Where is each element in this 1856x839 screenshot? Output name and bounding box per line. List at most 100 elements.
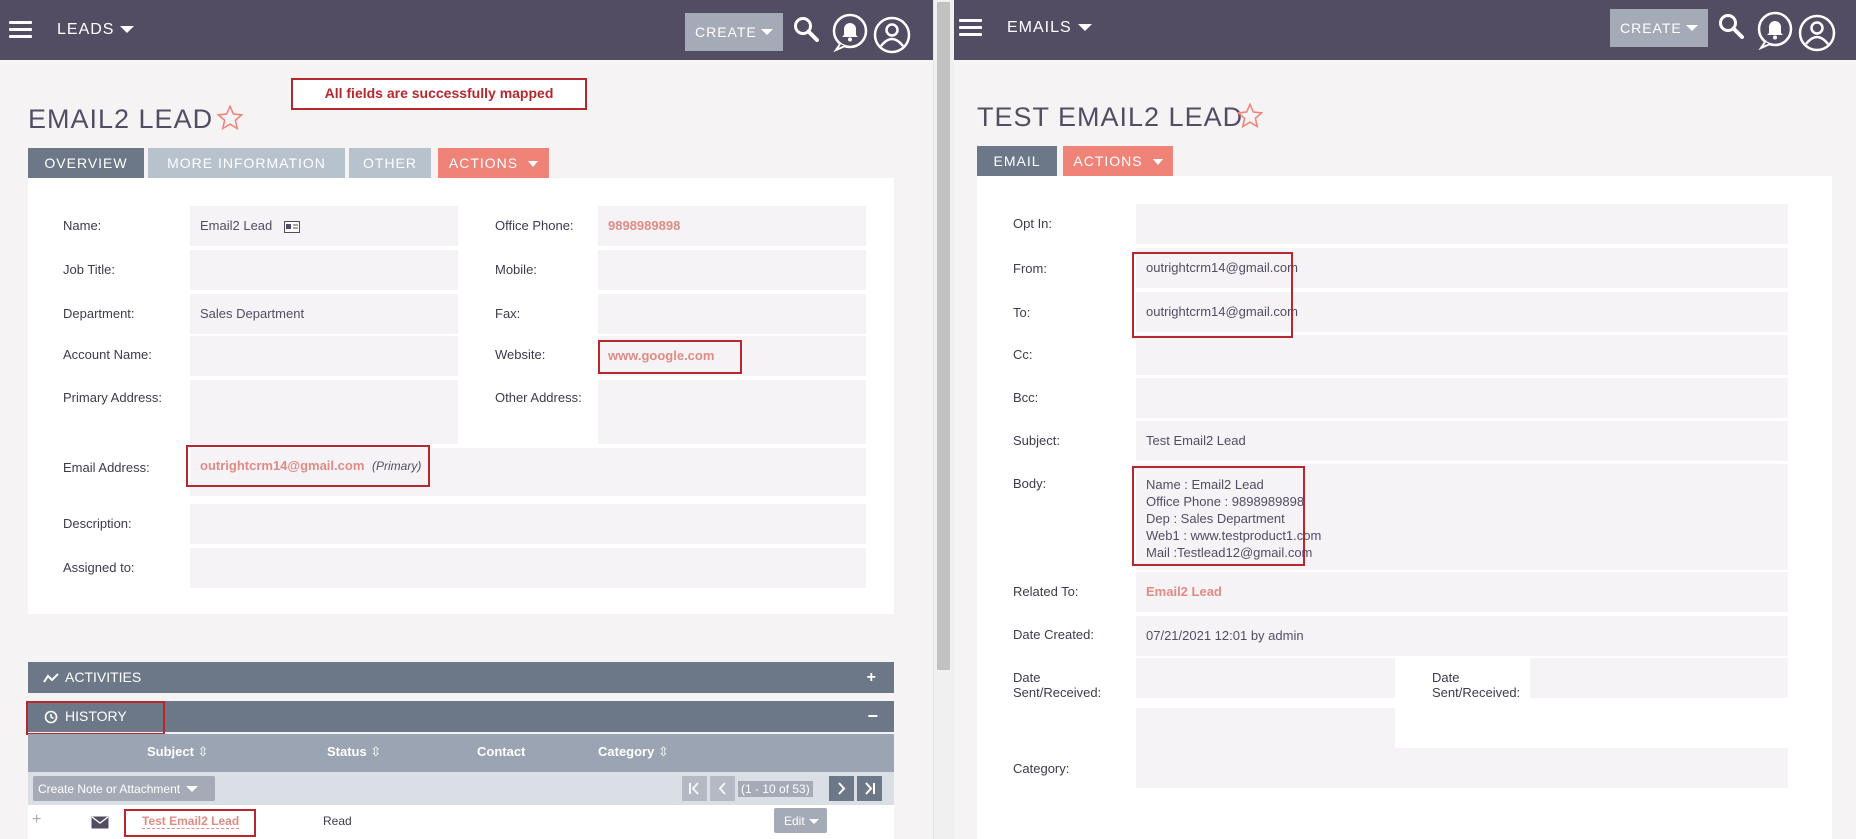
field-subject[interactable]: Test Email2 Lead: [1136, 421, 1788, 461]
history-status: Read: [323, 814, 352, 828]
activities-subpanel-header[interactable]: ACTIVITIES +: [28, 662, 894, 693]
label-date-sent-received-2: Date Sent/Received:: [1432, 670, 1520, 700]
star-icon[interactable]: [1236, 102, 1264, 130]
highlight-body: [1132, 466, 1305, 566]
label-bcc: Bcc:: [1013, 390, 1039, 405]
sort-icon[interactable]: ⇳: [658, 744, 669, 759]
field-other-address[interactable]: [598, 380, 866, 444]
label-body: Body:: [1013, 476, 1047, 491]
vcard-icon[interactable]: [283, 220, 300, 233]
module-label: EMAILS: [1007, 19, 1072, 36]
history-table-header: Subject ⇳ Status ⇳ Contact Category ⇳: [28, 734, 894, 772]
sort-icon[interactable]: ⇳: [370, 744, 381, 759]
chevron-down-icon: [761, 29, 773, 35]
field-category[interactable]: [1136, 748, 1788, 788]
field-office-phone[interactable]: 9898989898: [598, 206, 866, 246]
field-fax[interactable]: [598, 294, 866, 334]
collapse-icon[interactable]: −: [867, 701, 878, 732]
create-button[interactable]: CREATE: [685, 13, 783, 51]
chevron-down-icon: [120, 26, 135, 34]
column-status[interactable]: Status ⇳: [327, 744, 381, 760]
actions-label: ACTIONS: [448, 155, 519, 171]
scrollbar-thumb[interactable]: [937, 2, 950, 670]
column-category[interactable]: Category ⇳: [598, 744, 669, 760]
prev-page-button[interactable]: [710, 776, 735, 801]
office-phone-link[interactable]: 9898989898: [608, 218, 680, 233]
user-icon[interactable]: [1798, 14, 1836, 52]
related-to-link[interactable]: Email2 Lead: [1146, 584, 1222, 599]
last-page-icon: [865, 782, 875, 795]
star-icon[interactable]: [216, 104, 244, 132]
actions-label: ACTIONS: [1073, 153, 1143, 169]
chevron-right-icon: [838, 782, 846, 795]
chevron-down-icon: [186, 786, 199, 793]
tab-other[interactable]: OTHER: [349, 148, 431, 178]
name-value: Email2 Lead: [200, 218, 273, 233]
field-date-sent-received-1[interactable]: [1136, 658, 1395, 698]
pagination-count: (1 - 10 of 53): [738, 781, 813, 797]
tab-overview[interactable]: OVERVIEW: [28, 148, 144, 178]
expand-row-icon[interactable]: +: [32, 811, 41, 829]
module-menu[interactable]: EMAILS: [1007, 0, 1092, 58]
create-button[interactable]: CREATE: [1610, 9, 1708, 47]
field-date-created[interactable]: 07/21/2021 12:01 by admin: [1136, 616, 1788, 656]
date-sent-line1: Date: [1432, 670, 1460, 685]
tab-actions[interactable]: ACTIONS: [438, 148, 549, 178]
field-mobile[interactable]: [598, 250, 866, 290]
field-account-name[interactable]: [190, 336, 458, 376]
field-name[interactable]: Email2 Lead: [190, 206, 458, 246]
label-description: Description:: [63, 516, 132, 531]
last-page-button[interactable]: [857, 776, 882, 801]
tab-more-information[interactable]: MORE INFORMATION: [148, 148, 345, 178]
bell-icon[interactable]: [831, 12, 869, 52]
field-cc[interactable]: [1136, 335, 1788, 375]
label-cc: Cc:: [1013, 347, 1033, 362]
edit-button[interactable]: Edit: [774, 808, 827, 833]
field-job-title[interactable]: [190, 250, 458, 290]
hamburger-icon[interactable]: [9, 21, 32, 38]
field-assigned-to[interactable]: [190, 548, 866, 588]
highlight-email: [186, 445, 430, 487]
label-related-to: Related To:: [1013, 584, 1079, 599]
create-label: CREATE: [1620, 20, 1682, 36]
tab-email[interactable]: EMAIL: [977, 146, 1057, 176]
field-date-sent-extra[interactable]: [1136, 708, 1395, 748]
highlight-history-subject: [124, 809, 256, 837]
create-label: CREATE: [695, 24, 757, 40]
envelope-icon: [91, 816, 109, 829]
create-note-button[interactable]: Create Note or Attachment: [33, 776, 215, 801]
user-icon[interactable]: [873, 16, 911, 54]
hamburger-icon[interactable]: [959, 19, 982, 36]
history-pager-bar: Create Note or Attachment (1 - 10 of 53): [28, 772, 894, 805]
column-subject[interactable]: Subject ⇳: [147, 744, 209, 760]
label-to: To:: [1013, 305, 1031, 320]
search-icon[interactable]: [793, 16, 819, 42]
search-icon[interactable]: [1718, 13, 1744, 39]
column-contact[interactable]: Contact: [477, 744, 525, 759]
field-date-sent-received-2[interactable]: [1530, 658, 1788, 698]
label-account-name: Account Name:: [63, 347, 152, 362]
field-description[interactable]: [190, 504, 866, 544]
top-navbar: EMAILS CREATE: [954, 0, 1856, 60]
highlight-website: [598, 340, 742, 374]
chevron-down-icon: [1152, 159, 1163, 166]
module-label: LEADS: [57, 21, 115, 38]
label-other-address: Other Address:: [495, 390, 582, 405]
module-menu[interactable]: LEADS: [57, 0, 135, 60]
sort-icon[interactable]: ⇳: [198, 744, 209, 759]
field-related-to[interactable]: Email2 Lead: [1136, 572, 1788, 612]
next-page-button[interactable]: [829, 776, 854, 801]
field-opt-in[interactable]: [1136, 204, 1788, 244]
label-fax: Fax:: [495, 306, 521, 321]
field-primary-address[interactable]: [190, 380, 458, 444]
first-page-button[interactable]: [682, 776, 707, 801]
date-sent-line2: Sent/Received:: [1013, 685, 1102, 700]
expand-icon[interactable]: +: [867, 662, 876, 693]
label-job-title: Job Title:: [63, 262, 116, 277]
bell-icon[interactable]: [1756, 10, 1794, 50]
field-bcc[interactable]: [1136, 378, 1788, 418]
chevron-down-icon: [1686, 25, 1698, 31]
chevron-left-icon: [718, 782, 726, 795]
field-department[interactable]: Sales Department: [190, 294, 458, 334]
tab-actions[interactable]: ACTIONS: [1063, 146, 1173, 176]
